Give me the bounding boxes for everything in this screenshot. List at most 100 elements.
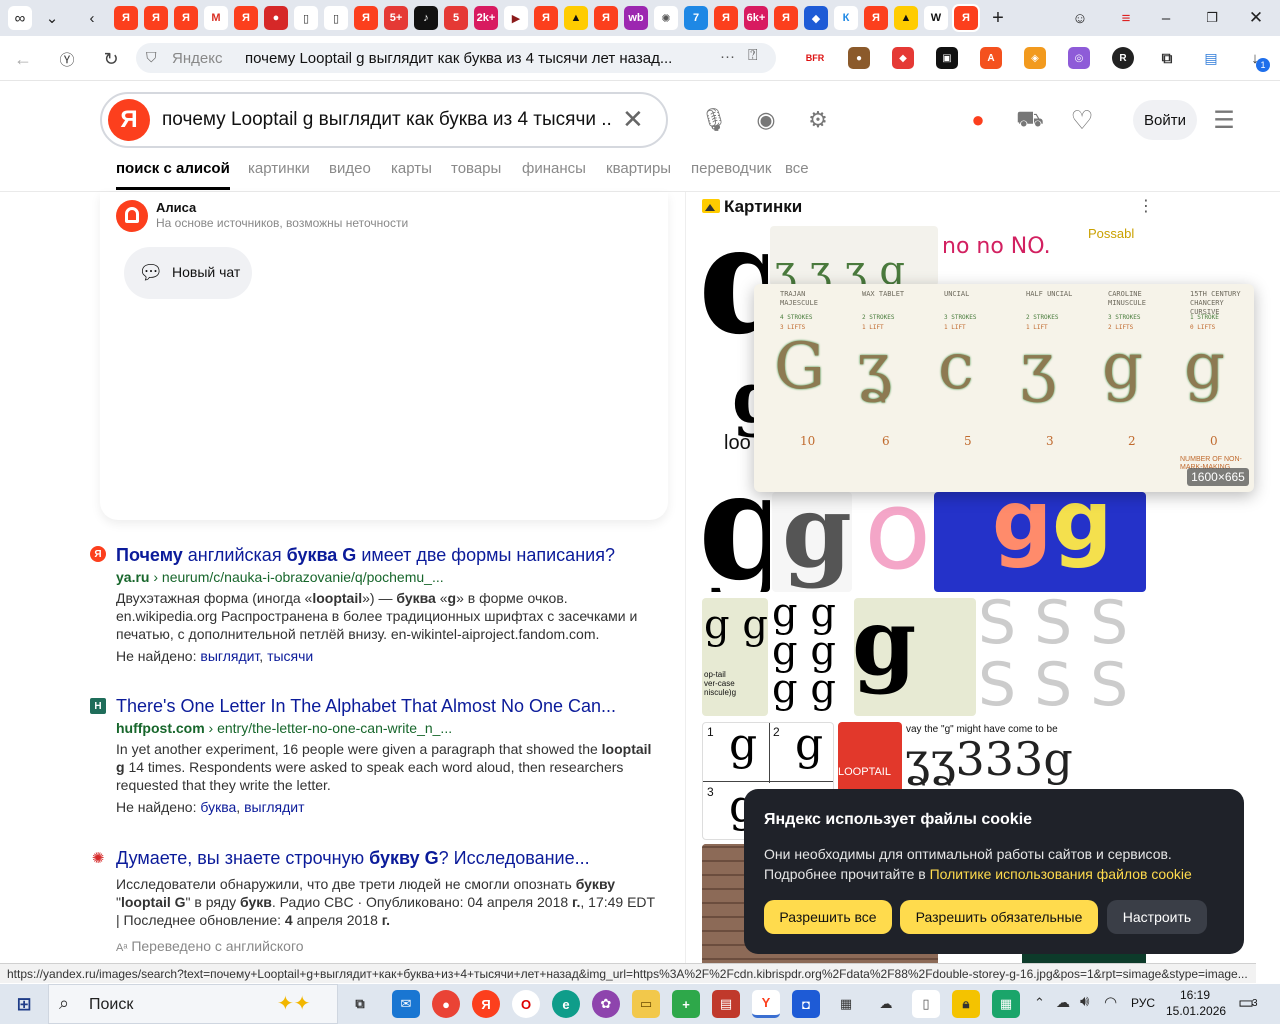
url-text[interactable]: почему Looptail g выглядит как буква из … bbox=[245, 50, 672, 67]
favorites-heart-icon[interactable]: ♡ bbox=[1066, 104, 1098, 136]
image-thumbnail[interactable]: g bbox=[772, 492, 852, 592]
search-tab[interactable]: все bbox=[785, 160, 809, 177]
search-box[interactable]: Я почему Looptail g выглядит как буква и… bbox=[100, 92, 668, 148]
images-more-icon[interactable]: ⋮ bbox=[1138, 196, 1154, 216]
not-found-word-link[interactable]: буква bbox=[200, 799, 236, 815]
browser-tab[interactable]: M bbox=[204, 6, 228, 30]
photos-icon[interactable]: ✿ bbox=[592, 990, 620, 1018]
tray-overflow-icon[interactable]: ⌃ bbox=[1034, 995, 1045, 1011]
notifications-icon[interactable]: ≡ bbox=[1114, 6, 1138, 30]
browser-tab[interactable]: ▶ bbox=[504, 6, 528, 30]
clock-time[interactable]: 16:19 bbox=[1180, 988, 1210, 1002]
browser-tab[interactable]: Я bbox=[174, 6, 198, 30]
onedrive-icon[interactable]: ☁ bbox=[1056, 994, 1070, 1011]
winrar-icon[interactable]: ▤ bbox=[712, 990, 740, 1018]
lock-app-icon[interactable]: 🔒︎ bbox=[952, 990, 980, 1018]
plus-app-icon[interactable]: + bbox=[672, 990, 700, 1018]
chrome-icon[interactable]: ● bbox=[432, 990, 460, 1018]
site-security-icon[interactable]: ⛉ bbox=[146, 49, 157, 66]
new-chat-button[interactable]: 💬︎ Новый чат bbox=[124, 247, 252, 299]
cloud-app-icon[interactable]: ☁ bbox=[872, 990, 900, 1018]
search-settings-icon[interactable]: ⚙︎ bbox=[802, 104, 834, 136]
yandex-home-icon[interactable]: Ⓨ bbox=[54, 46, 80, 72]
browser-tab[interactable]: Я bbox=[114, 6, 138, 30]
opera-icon[interactable]: O bbox=[512, 990, 540, 1018]
language-indicator[interactable]: РУС bbox=[1131, 996, 1155, 1010]
tabs-scroll-left-icon[interactable]: ‹ bbox=[80, 6, 104, 30]
image-thumbnail[interactable]: g gg gg g bbox=[770, 598, 852, 716]
image-thumbnail[interactable]: no no NO. Possabl bbox=[940, 226, 1146, 286]
app-square-icon[interactable]: ◘ bbox=[792, 990, 820, 1018]
result-url[interactable]: huffpost.com › entry/the-letter-no-one-c… bbox=[116, 719, 656, 737]
configure-button[interactable]: Настроить bbox=[1107, 900, 1207, 934]
search-tab[interactable]: поиск с алисой bbox=[116, 160, 230, 177]
image-thumbnail[interactable]: g g bbox=[854, 598, 976, 716]
browser-tab[interactable]: Я bbox=[864, 6, 888, 30]
mail-app-icon[interactable]: ✉ bbox=[392, 990, 420, 1018]
file-explorer-icon[interactable]: ▭ bbox=[632, 990, 660, 1018]
new-tab-button[interactable]: + bbox=[986, 6, 1010, 30]
alice-icon[interactable]: ● bbox=[962, 104, 994, 136]
browser-tab[interactable]: Я bbox=[774, 6, 798, 30]
bookmark-icon[interactable]: ⍰ bbox=[748, 47, 758, 65]
profile-icon[interactable]: ☺ bbox=[1068, 6, 1092, 30]
extension-shield-icon[interactable]: ◈ bbox=[1024, 47, 1046, 69]
browser-tab[interactable]: 6k+ bbox=[744, 6, 768, 30]
images-title[interactable]: Картинки bbox=[724, 197, 802, 217]
tabs-dropdown-icon[interactable]: ⌄ bbox=[40, 6, 64, 30]
image-thumbnail[interactable]: o bbox=[852, 492, 934, 592]
browser-tab[interactable]: Я bbox=[594, 6, 618, 30]
result-title-link[interactable]: There's One Letter In The Alphabet That … bbox=[116, 695, 656, 717]
extension-r-icon[interactable]: R bbox=[1112, 47, 1134, 69]
browser-tab[interactable]: 7 bbox=[684, 6, 708, 30]
yandex-browser-active-icon[interactable]: Y bbox=[752, 990, 780, 1018]
not-found-word-link[interactable]: выглядит bbox=[200, 648, 259, 664]
task-view-icon[interactable]: ⧉ bbox=[346, 990, 374, 1018]
extension-bfr-icon[interactable]: BFR bbox=[804, 47, 826, 69]
login-button[interactable]: Войти bbox=[1133, 100, 1197, 140]
yandex-app-icon[interactable]: Я bbox=[472, 990, 500, 1018]
camera-search-icon[interactable]: ◉ bbox=[750, 104, 782, 136]
translate-icon[interactable]: ▤ bbox=[1200, 47, 1222, 69]
result-title-link[interactable]: Почему английская буква G имеет две форм… bbox=[116, 544, 656, 566]
search-tab[interactable]: квартиры bbox=[606, 160, 671, 177]
image-thumbnail[interactable]: ʓ ʓ ʓ g bbox=[770, 226, 938, 286]
browser-tab[interactable]: ● bbox=[264, 6, 288, 30]
browser-tab[interactable]: Я bbox=[534, 6, 558, 30]
image-viewer-icon[interactable]: ▦ bbox=[832, 990, 860, 1018]
menu-hamburger-icon[interactable]: ☰ bbox=[1208, 104, 1240, 136]
clock-date[interactable]: 15.01.2026 bbox=[1166, 1004, 1226, 1018]
taskbar-search-box[interactable]: ⌕ Поиск ✦✦ bbox=[48, 984, 338, 1024]
not-found-word-link[interactable]: тысячи bbox=[267, 648, 313, 664]
browser-tab[interactable]: Я bbox=[354, 6, 378, 30]
extension-pdf-icon[interactable]: A bbox=[980, 47, 1002, 69]
allow-required-button[interactable]: Разрешить обязательные bbox=[900, 900, 1098, 934]
start-button[interactable]: ⊞ bbox=[10, 990, 38, 1018]
browser-tab[interactable]: ♪ bbox=[414, 6, 438, 30]
browser-tab[interactable]: ▯ bbox=[324, 6, 348, 30]
clear-search-icon[interactable]: ✕ bbox=[622, 104, 644, 135]
browser-tab[interactable]: Я bbox=[954, 6, 978, 30]
browser-tab[interactable]: 5 bbox=[444, 6, 468, 30]
wifi-icon[interactable]: ◠ bbox=[1104, 993, 1117, 1011]
browser-tab[interactable]: W bbox=[924, 6, 948, 30]
browser-tab[interactable]: ▲ bbox=[564, 6, 588, 30]
result-title-link[interactable]: Думаете, вы знаете строчную букву G? Исс… bbox=[116, 847, 656, 869]
browser-tab[interactable]: 5+ bbox=[384, 6, 408, 30]
volume-icon[interactable]: 🔊︎ bbox=[1080, 993, 1089, 1010]
extension-mask-icon[interactable]: ▣ bbox=[936, 47, 958, 69]
image-preview-popup[interactable]: TRAJAN MAJESCULE 4 STROKES 3 LIFTS G 10 WAX T… bbox=[754, 284, 1254, 492]
browser-tab[interactable]: Я bbox=[144, 6, 168, 30]
browser-tab[interactable]: 2k+ bbox=[474, 6, 498, 30]
search-tab[interactable]: карты bbox=[391, 160, 432, 177]
extension-circle-icon[interactable]: ◎ bbox=[1068, 47, 1090, 69]
browser-tab[interactable]: Я bbox=[234, 6, 258, 30]
browser-tab[interactable]: Я bbox=[714, 6, 738, 30]
back-icon[interactable]: ← bbox=[10, 46, 36, 72]
result-url[interactable]: ya.ru › neurum/c/nauka-i-obrazovanie/q/p… bbox=[116, 568, 656, 586]
search-tab[interactable]: переводчик bbox=[691, 160, 771, 177]
restore-button[interactable]: ❐ bbox=[1200, 6, 1224, 30]
search-tab[interactable]: видео bbox=[329, 160, 371, 177]
search-tab[interactable]: картинки bbox=[248, 160, 310, 177]
browser-tab[interactable]: К bbox=[834, 6, 858, 30]
